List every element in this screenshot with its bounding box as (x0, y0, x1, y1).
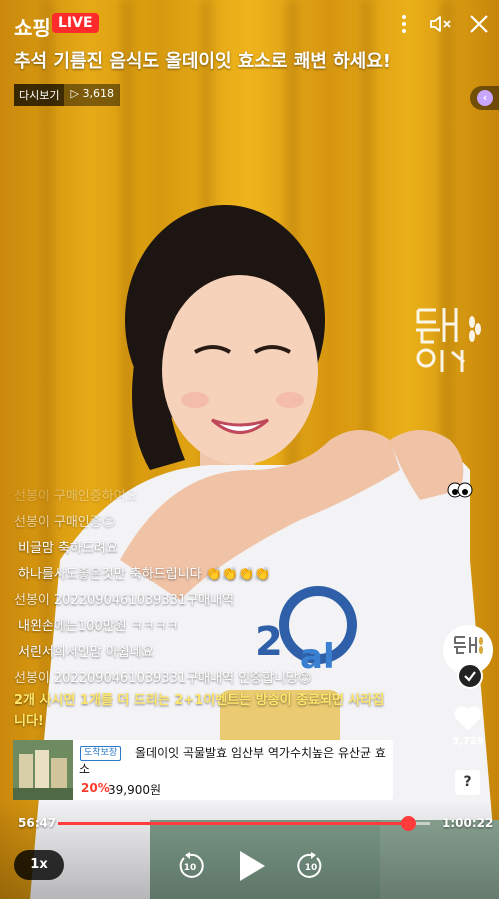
product-thumbnail[interactable] (13, 740, 73, 800)
chat-message: 선봉이 구매인증하여요 (14, 489, 138, 504)
product-price: 39,900원 (108, 783, 162, 797)
stream-title: 추석 기름진 음식도 올데이잇 효소로 쾌변 하세요! (14, 51, 392, 72)
forward-10-icon[interactable]: 10 (297, 852, 325, 880)
close-icon[interactable] (467, 12, 491, 36)
shopping-brand[interactable]: 쇼핑 (14, 12, 51, 41)
chevron-left-icon: ‹ (477, 90, 493, 106)
side-panel-tab[interactable]: ‹ (470, 86, 499, 110)
view-count-value: 3,618 (82, 87, 114, 100)
live-badge: LIVE (52, 13, 99, 33)
chat-message: 선봉이 구매인증😊 (14, 515, 116, 530)
total-duration: 1:00:22 (442, 816, 494, 830)
info-icon[interactable]: ? (455, 770, 480, 795)
product-name: 올데이잇 곡물발효 임산부 역가수치높은 유산균 효소 (79, 746, 386, 776)
progress-bar[interactable] (58, 816, 430, 831)
discount-rate: 20% (81, 781, 110, 795)
playback-speed-button[interactable]: 1x (14, 850, 64, 880)
chat-message: 하나를사도좋은것만 축하드립니다 👏👏👏👏 (18, 567, 271, 582)
replay-info: 다시보기 ▷ 3,618 (14, 84, 120, 106)
chat-message: 서린서희서인맘 아쉽네요 (18, 645, 154, 660)
progress-handle[interactable] (400, 816, 416, 831)
play-count-icon: ▷ (70, 87, 83, 100)
product-card[interactable]: 도착보장 올데이잇 곡물발효 임산부 역가수치높은 유산균 효소 20% 39,… (13, 740, 393, 800)
svg-text:10: 10 (184, 863, 197, 873)
chat-list[interactable]: 선봉이 구매인증하여요 선봉이 구매인증😊 비글맘 축하드려요 하나를사도좋은것만 … (14, 484, 394, 692)
store-profile-button[interactable] (443, 625, 493, 689)
live-stream-video[interactable]: 2 al 쇼핑 LIVE 추석 기름진 음식도 올데이잇 효소로 쾌변 하세요!… (0, 0, 499, 899)
heart-icon (454, 706, 482, 731)
brand-logo-watermark (416, 308, 481, 372)
play-icon[interactable] (237, 849, 267, 883)
event-notice: 2개 사시면 1개를 더 드리는 2+1이벤트는 방송이 종료되면 사라집니다! (14, 693, 385, 729)
chat-message: 내왼손에는100만원 ㅋㅋㅋㅋ (18, 619, 179, 634)
elapsed-time: 56:47 (18, 816, 57, 830)
replay-tag: 다시보기 (14, 84, 65, 106)
more-vertical-icon[interactable] (392, 12, 416, 36)
rewind-10-icon[interactable]: 10 (176, 852, 204, 880)
top-bar: 쇼핑 LIVE (0, 0, 499, 44)
chat-message: 비글맘 축하드려요 (18, 541, 118, 556)
check-icon (457, 663, 483, 689)
like-button[interactable]: 3,729 (444, 704, 492, 748)
product-image-icon (13, 740, 73, 800)
chat-message: 선봉이 2022090461039331구매내역 (14, 593, 235, 608)
player-controls: 56:47 1:00:22 1x 10 10 (0, 800, 499, 899)
chat-message: 선봉이 2022090461039331구매내역 인증합니당😊 (14, 671, 312, 686)
like-count: 3,729 (452, 736, 484, 747)
progress-fill (58, 822, 408, 825)
speaker-muted-icon[interactable] (428, 12, 452, 36)
svg-text:10: 10 (305, 863, 318, 873)
view-count: ▷ 3,618 (64, 84, 120, 106)
